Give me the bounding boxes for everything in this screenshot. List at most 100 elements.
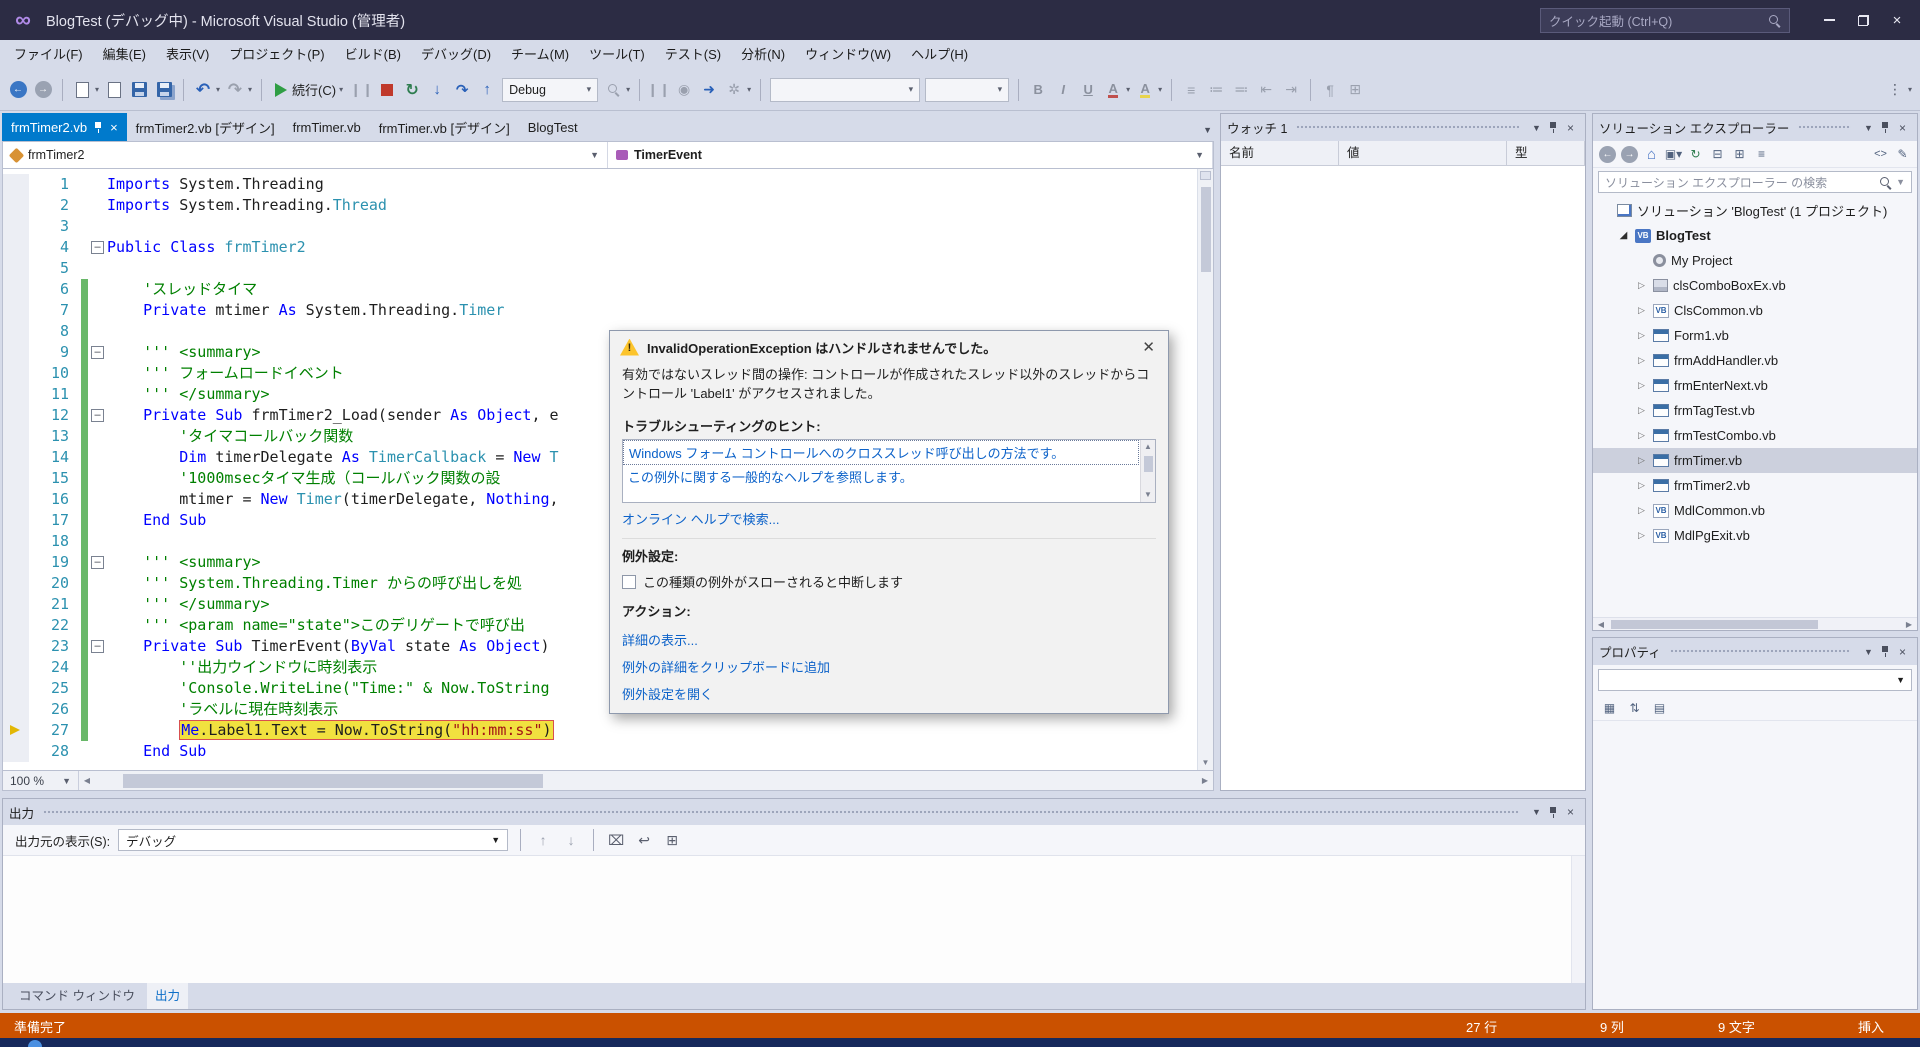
se-forward-button[interactable]: → — [1620, 145, 1639, 164]
tab-frmtimer-vb-design[interactable]: frmTimer.vb [デザイン] — [370, 113, 519, 141]
collapse-box-icon[interactable]: – — [91, 346, 104, 359]
hint-link-general-help[interactable]: この例外に関する一般的なヘルプを参照します。 — [623, 465, 1139, 488]
debug-options-button[interactable]: ✲ — [724, 80, 744, 100]
tree-expander-icon[interactable]: ▷ — [1635, 305, 1648, 316]
chevron-down-icon[interactable]: ▾ — [95, 85, 99, 94]
find-scope-combobox[interactable]: ▾ — [925, 77, 1010, 102]
open-exception-settings-link[interactable]: 例外設定を開く — [610, 678, 1168, 705]
menu-window[interactable]: ウィンドウ(W) — [795, 40, 901, 69]
tree-item[interactable]: ▷ Form1.vb — [1593, 323, 1917, 348]
chevron-down-icon[interactable]: ▾ — [747, 85, 751, 94]
chevron-down-icon[interactable]: ▾ — [248, 85, 252, 94]
menu-help[interactable]: ヘルプ(H) — [901, 40, 978, 69]
table-button[interactable]: ⊞ — [1345, 80, 1365, 100]
refresh-button[interactable]: ↻ — [1686, 145, 1705, 164]
properties-header[interactable]: プロパティ ▼ × — [1593, 638, 1917, 665]
code-line-2[interactable]: 2 Imports System.Threading.Thread — [3, 195, 1197, 216]
step-out-button[interactable]: ↑ — [477, 80, 497, 100]
splitter-grip[interactable] — [1200, 171, 1211, 180]
continue-button[interactable]: 続行(C) ▾ — [271, 77, 347, 103]
tree-expander-icon[interactable]: ▷ — [1635, 280, 1648, 291]
restart-button[interactable]: ↻ — [402, 80, 422, 100]
window-position-button[interactable]: ▼ — [1528, 804, 1545, 821]
tab-frmtimer2-vb-design[interactable]: frmTimer2.vb [デザイン] — [127, 113, 284, 141]
column-value[interactable]: 値 — [1339, 141, 1507, 165]
alphabetical-button[interactable]: ⇅ — [1625, 698, 1644, 717]
solution-horizontal-scrollbar[interactable]: ◀ ▶ — [1593, 617, 1917, 630]
tab-command-window[interactable]: コマンド ウィンドウ — [11, 983, 143, 1009]
window-position-button[interactable]: ▼ — [1860, 119, 1877, 136]
toolbar-options-button[interactable]: ⋮ — [1885, 80, 1905, 100]
word-wrap-button[interactable]: ↩ — [634, 830, 654, 850]
scrollbar-thumb[interactable] — [1143, 456, 1153, 472]
toggle-autoscroll-button[interactable]: ⊞ — [662, 830, 682, 850]
window-position-button[interactable]: ▼ — [1528, 119, 1545, 136]
tab-output[interactable]: 出力 — [146, 983, 188, 1009]
solution-configurations-dropdown[interactable]: Debug ▾ — [502, 77, 599, 102]
scroll-down-icon[interactable]: ▼ — [1202, 756, 1210, 770]
collapse-box-icon[interactable]: – — [91, 556, 104, 569]
view-detail-link[interactable]: 詳細の表示... — [610, 624, 1168, 651]
tree-expander-icon[interactable]: ▷ — [1635, 480, 1648, 491]
code-line-7[interactable]: 7 Private mtimer As System.Threading.Time… — [3, 300, 1197, 321]
chevron-down-icon[interactable]: ▾ — [1126, 85, 1130, 94]
output-header[interactable]: 出力 ▼ × — [3, 799, 1585, 825]
collapse-box-icon[interactable]: – — [91, 640, 104, 653]
scroll-right-icon[interactable]: ▶ — [1197, 776, 1213, 785]
highlight-button[interactable]: A — [1135, 80, 1155, 100]
close-button[interactable]: × — [1894, 119, 1911, 136]
scrollbar-track[interactable] — [95, 771, 1197, 790]
tree-item[interactable]: ▷ VB MdlCommon.vb — [1593, 498, 1917, 523]
stop-debugging-button[interactable] — [377, 80, 397, 100]
taskbar-app-icon[interactable] — [28, 1040, 42, 1047]
save-all-button[interactable] — [154, 80, 174, 100]
tree-expander-icon[interactable]: ▷ — [1635, 380, 1648, 391]
tree-expander-icon[interactable]: ▷ — [1635, 330, 1648, 341]
font-color-button[interactable]: A — [1103, 80, 1123, 100]
tree-item[interactable]: ▷ clsComboBoxEx.vb — [1593, 273, 1917, 298]
run-to-cursor-button[interactable]: ➜ — [699, 80, 719, 100]
pin-icon[interactable] — [93, 121, 104, 134]
previous-message-button[interactable]: ↑ — [533, 830, 553, 850]
menu-view[interactable]: 表示(V) — [156, 40, 219, 69]
properties-button[interactable]: ≡ — [1752, 145, 1771, 164]
step-over-button[interactable]: ↷ — [452, 80, 472, 100]
scroll-down-icon[interactable]: ▼ — [1144, 488, 1152, 502]
scrollbar-thumb[interactable] — [123, 774, 543, 788]
tree-item[interactable]: ▷ frmTimer2.vb — [1593, 473, 1917, 498]
collapse-box-icon[interactable]: – — [91, 409, 104, 422]
search-online-help-link[interactable]: オンライン ヘルプで検索... — [610, 503, 1168, 530]
chevron-down-icon[interactable]: ▾ — [216, 85, 220, 94]
home-button[interactable]: ⌂ — [1642, 145, 1661, 164]
zoom-control[interactable]: 100 % ▼ — [3, 771, 79, 790]
tree-expander-icon[interactable]: ◢ — [1617, 230, 1630, 241]
menu-project[interactable]: プロジェクト(P) — [219, 40, 334, 69]
output-source-dropdown[interactable]: デバッグ ▼ — [118, 829, 509, 851]
exception-dialog-titlebar[interactable]: InvalidOperationException はハンドルされませんでした。… — [610, 331, 1168, 363]
menu-test[interactable]: テスト(S) — [655, 40, 731, 69]
tree-expander-icon[interactable]: ▷ — [1635, 430, 1648, 441]
watch-panel-header[interactable]: ウォッチ 1 ▼ × — [1221, 114, 1585, 141]
pin-button[interactable] — [1877, 119, 1894, 136]
break-on-exception-checkbox[interactable] — [622, 574, 636, 589]
align-left-button[interactable]: ≡ — [1181, 80, 1201, 100]
tree-item[interactable]: ▷ frmEnterNext.vb — [1593, 373, 1917, 398]
tree-item[interactable]: ▷ frmTestCombo.vb — [1593, 423, 1917, 448]
breakpoint-button[interactable]: ◉ — [674, 80, 694, 100]
tree-expander-icon[interactable]: ▷ — [1635, 530, 1648, 541]
object-selector-dropdown[interactable]: ▼ — [1598, 669, 1912, 691]
collapse-all-button[interactable]: ⊟ — [1708, 145, 1727, 164]
preview-button[interactable]: ✎ — [1893, 145, 1912, 164]
minimize-button[interactable] — [1812, 6, 1846, 34]
format-marks-button[interactable]: ¶ — [1320, 80, 1340, 100]
editor-vertical-scrollbar[interactable]: ▲ ▼ — [1197, 169, 1213, 770]
se-back-button[interactable]: ← — [1598, 145, 1617, 164]
code-line-5[interactable]: 5 — [3, 258, 1197, 279]
find-in-files-button[interactable] — [603, 80, 623, 100]
find-combobox[interactable]: ▾ — [770, 77, 921, 102]
code-line-28[interactable]: 28 End Sub — [3, 741, 1197, 762]
undo-button[interactable]: ↶ — [193, 80, 213, 100]
close-button[interactable]: × — [1562, 804, 1579, 821]
hints-scrollbar[interactable]: ▲ ▼ — [1140, 440, 1155, 502]
code-line-4[interactable]: 4 – Public Class frmTimer2 — [3, 237, 1197, 258]
